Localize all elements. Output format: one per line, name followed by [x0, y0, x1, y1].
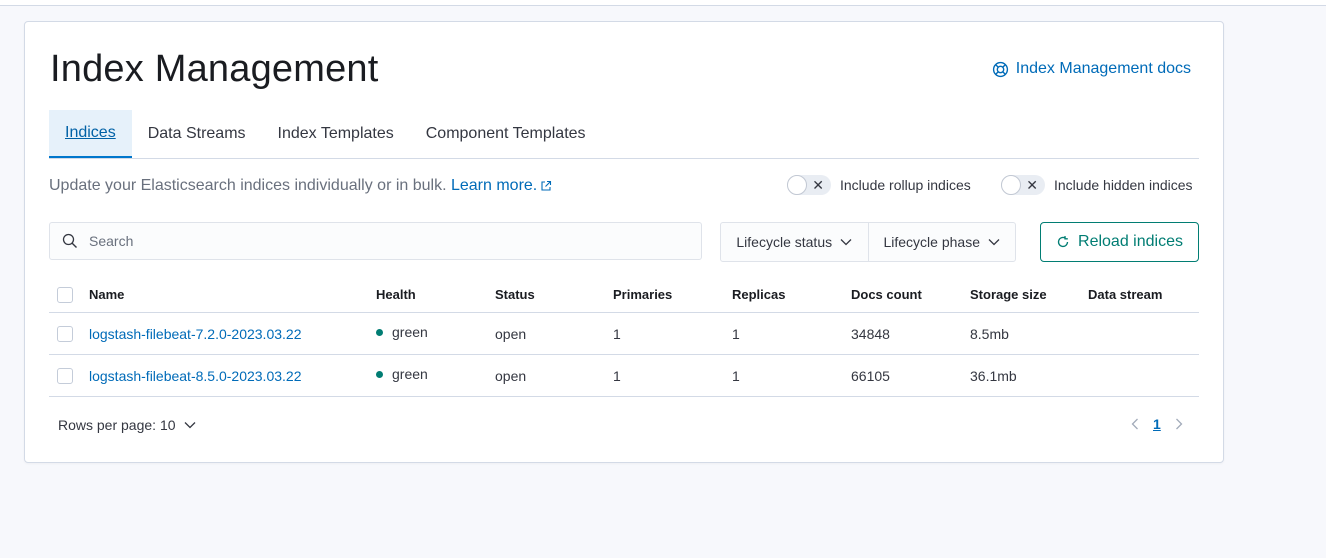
tab-bar: Indices Data Streams Index Templates Com…: [49, 110, 1199, 159]
data-stream-cell: [1088, 312, 1199, 355]
rollup-toggle-label: Include rollup indices: [840, 177, 971, 193]
search-input[interactable]: [87, 232, 671, 250]
column-header-name[interactable]: Name: [89, 277, 376, 313]
health-label: green: [392, 323, 428, 340]
column-header-docs-count[interactable]: Docs count: [851, 277, 970, 313]
index-management-panel: Index Management Index Management docs I…: [24, 21, 1224, 463]
health-dot-icon: [376, 329, 383, 337]
column-header-data-stream[interactable]: Data stream: [1088, 277, 1199, 313]
top-header-bar: [0, 0, 1326, 6]
include-rollup-toggle[interactable]: ✕ Include rollup indices: [787, 175, 971, 195]
lifecycle-status-filter[interactable]: Lifecycle status: [721, 223, 868, 261]
description-text: Update your Elasticsearch indices indivi…: [49, 177, 447, 194]
column-header-replicas[interactable]: Replicas: [732, 277, 851, 313]
storage-size-cell: 36.1mb: [970, 354, 1088, 397]
cross-icon: ✕: [812, 177, 824, 193]
tab-data-streams[interactable]: Data Streams: [132, 110, 262, 158]
pagination: 1: [1131, 416, 1183, 432]
status-cell: open: [495, 312, 613, 355]
primaries-cell: 1: [613, 354, 732, 397]
rows-per-page-label: Rows per page: 10: [58, 417, 176, 433]
data-stream-cell: [1088, 354, 1199, 397]
lifecycle-filter-group: Lifecycle status Lifecycle phase: [720, 222, 1016, 262]
search-bar[interactable]: [49, 222, 702, 260]
chevron-down-icon: [184, 422, 195, 429]
search-icon: [62, 233, 77, 248]
index-name-link[interactable]: logstash-filebeat-7.2.0-2023.03.22: [89, 326, 301, 342]
page-description: Update your Elasticsearch indices indivi…: [49, 177, 552, 195]
table-row: logstash-filebeat-8.5.0-2023.03.22 green…: [49, 354, 1199, 397]
chevron-down-icon: [988, 239, 1000, 246]
chevron-down-icon: [840, 239, 852, 246]
table-header-row: Name Health Status Primaries Replicas Do…: [49, 277, 1199, 313]
health-indicator: green: [376, 366, 428, 382]
status-cell: open: [495, 354, 613, 397]
indices-table: Name Health Status Primaries Replicas Do…: [49, 277, 1199, 397]
docs-count-cell: 34848: [851, 312, 970, 355]
reload-indices-button[interactable]: Reload indices: [1040, 222, 1199, 262]
help-lifebuoy-icon: [992, 61, 1008, 77]
page-number-button[interactable]: 1: [1153, 416, 1161, 432]
cross-icon: ✕: [1026, 177, 1038, 193]
refresh-icon: [1057, 236, 1069, 248]
lifecycle-phase-label: Lifecycle phase: [883, 234, 980, 250]
row-checkbox[interactable]: [57, 368, 73, 385]
row-checkbox[interactable]: [57, 326, 73, 343]
lifecycle-status-label: Lifecycle status: [736, 234, 833, 250]
tab-indices[interactable]: Indices: [49, 110, 132, 158]
column-header-primaries[interactable]: Primaries: [613, 277, 732, 313]
select-all-checkbox[interactable]: [57, 286, 73, 303]
lifecycle-phase-filter[interactable]: Lifecycle phase: [867, 223, 1016, 261]
replicas-cell: 1: [732, 312, 851, 355]
hidden-toggle-label: Include hidden indices: [1054, 177, 1193, 193]
health-label: green: [392, 365, 428, 382]
external-link-icon: [541, 180, 552, 191]
docs-link-label: Index Management docs: [1015, 60, 1191, 77]
switch-knob: [1001, 175, 1021, 195]
rows-per-page-selector[interactable]: Rows per page: 10: [58, 417, 196, 433]
page-title: Index Management: [50, 48, 379, 90]
storage-size-cell: 8.5mb: [970, 312, 1088, 355]
hidden-switch[interactable]: ✕: [1001, 175, 1045, 195]
primaries-cell: 1: [613, 312, 732, 355]
health-dot-icon: [376, 371, 383, 379]
index-name-link[interactable]: logstash-filebeat-8.5.0-2023.03.22: [89, 368, 301, 384]
tab-index-templates[interactable]: Index Templates: [262, 110, 410, 158]
column-header-health[interactable]: Health: [376, 277, 495, 313]
health-indicator: green: [376, 324, 428, 340]
docs-link[interactable]: Index Management docs: [992, 60, 1191, 78]
chevron-right-icon[interactable]: [1175, 418, 1183, 430]
replicas-cell: 1: [732, 354, 851, 397]
rollup-switch[interactable]: ✕: [787, 175, 831, 195]
chevron-left-icon[interactable]: [1131, 418, 1139, 430]
column-header-status[interactable]: Status: [495, 277, 613, 313]
switch-knob: [787, 175, 807, 195]
learn-more-label: Learn more.: [450, 177, 538, 194]
docs-count-cell: 66105: [851, 354, 970, 397]
table-row: logstash-filebeat-7.2.0-2023.03.22 green…: [49, 312, 1199, 355]
include-hidden-toggle[interactable]: ✕ Include hidden indices: [1001, 175, 1193, 195]
tab-component-templates[interactable]: Component Templates: [410, 110, 602, 158]
reload-label: Reload indices: [1078, 233, 1183, 250]
column-header-storage-size[interactable]: Storage size: [970, 277, 1088, 313]
learn-more-link[interactable]: Learn more.: [451, 177, 552, 194]
